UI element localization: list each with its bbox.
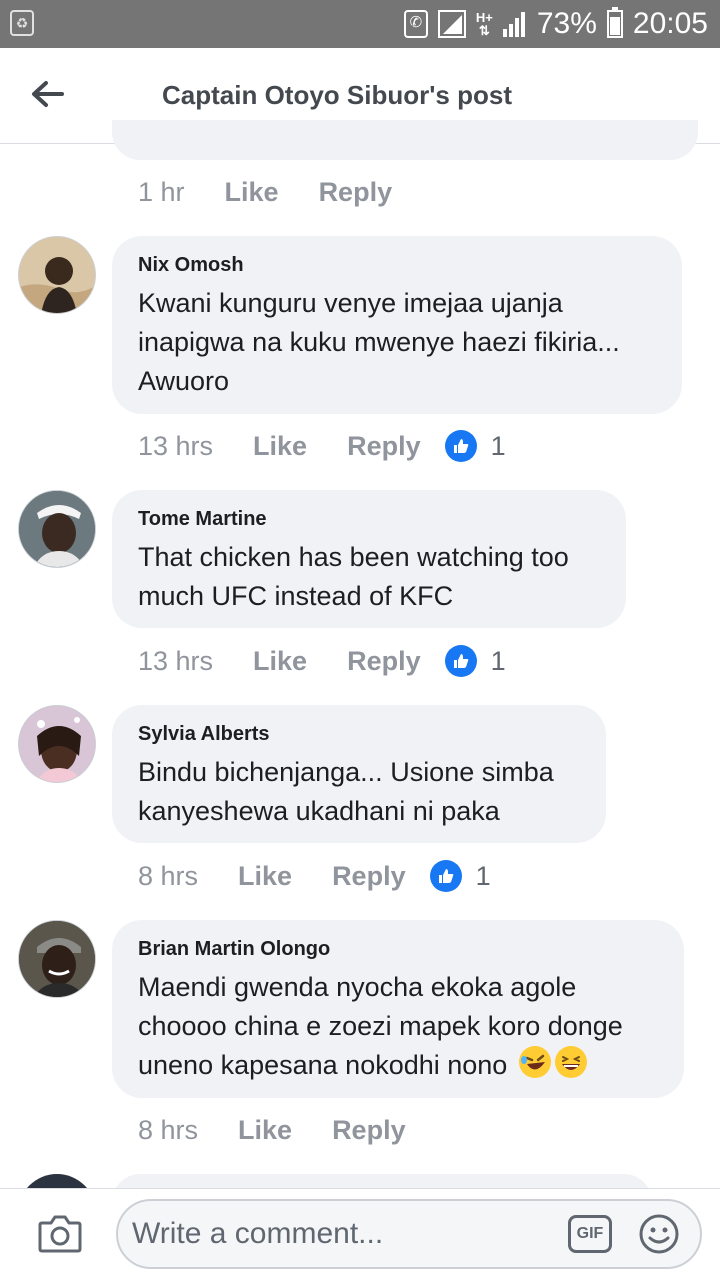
comment-time: 8 hrs	[138, 1114, 199, 1145]
reply-button[interactable]: Reply	[347, 646, 421, 677]
battery-level	[609, 17, 620, 35]
reply-button[interactable]: Reply	[347, 431, 421, 462]
gif-button[interactable]: GIF	[568, 1215, 612, 1253]
thumbs-up-icon	[444, 430, 477, 462]
avatar[interactable]	[18, 236, 96, 314]
status-icons: ✆ H+ ⇅ 73% 20:05	[403, 0, 708, 48]
comment-composer: Write a comment... GIF	[0, 1188, 720, 1280]
thumbs-up-icon	[444, 645, 477, 677]
comment-author[interactable]: Brian Martin Olongo	[138, 936, 658, 962]
comment-time: 1 hr	[138, 176, 185, 207]
phone-call-icon: ✆	[403, 10, 428, 38]
like-button[interactable]: Like	[225, 177, 279, 208]
avatar[interactable]	[18, 705, 96, 783]
comment-author[interactable]: Nix Omosh	[138, 252, 656, 278]
comment-bubble: Brian Martin Olongo Maendi gwenda nyocha…	[112, 920, 684, 1098]
clock: 20:05	[632, 7, 708, 40]
network-type-label: H+	[475, 10, 493, 25]
comment-meta: 13 hrs Like Reply 1	[138, 426, 506, 466]
comment-meta: 8 hrs Like Reply 1	[138, 856, 491, 896]
avatar[interactable]	[18, 920, 96, 998]
previous-comment-bubble	[112, 120, 698, 160]
comment-time: 13 hrs	[138, 645, 214, 676]
comment-text: Bindu bichenjanga... Usione simba kanyes…	[138, 757, 554, 826]
comment-text-container: Maendi gwenda nyocha ekoka agole choooo …	[138, 968, 658, 1085]
battery-percent: 73%	[536, 7, 597, 40]
comment-text: That chicken has been watching too much …	[138, 542, 569, 611]
arrow-left-icon[interactable]	[28, 74, 68, 114]
comment-meta: 8 hrs Like Reply	[138, 1110, 406, 1150]
reaction-count: 1	[490, 645, 506, 676]
reaction-summary[interactable]: 1	[444, 645, 506, 677]
avatar[interactable]	[18, 490, 96, 568]
comment-time: 8 hrs	[138, 860, 199, 891]
signal-icon	[437, 10, 466, 38]
reply-button[interactable]: Reply	[319, 177, 393, 208]
like-button[interactable]: Like	[253, 431, 307, 462]
reaction-summary[interactable]: 1	[444, 430, 506, 462]
like-button[interactable]: Like	[238, 861, 292, 892]
status-bar: ♻ ✆ H+ ⇅ 73% 20:05	[0, 0, 720, 48]
like-button[interactable]: Like	[238, 1115, 292, 1146]
comment-meta: 13 hrs Like Reply 1	[138, 641, 506, 681]
comment-input-placeholder: Write a comment...	[132, 1217, 384, 1250]
reaction-count: 1	[490, 430, 506, 461]
previous-comment-meta: 1 hr Like Reply	[138, 172, 392, 212]
recycle-notification-icon: ♻	[10, 10, 34, 36]
comment-author[interactable]: Tome Martine	[138, 506, 600, 532]
grinning-squinting-emoji	[554, 1046, 587, 1078]
battery-icon	[606, 7, 623, 38]
comment-text: Kwani kunguru venye imejaa ujanja inapig…	[138, 288, 620, 396]
network-type-icon: H+ ⇅	[475, 10, 493, 38]
comment-author[interactable]: Sylvia Alberts	[138, 721, 580, 747]
mobile-signal-icon	[502, 11, 527, 37]
reaction-count: 1	[475, 860, 491, 891]
reply-button[interactable]: Reply	[332, 861, 406, 892]
comment-time: 13 hrs	[138, 430, 214, 461]
comment-bubble: Tome Martine That chicken has been watch…	[112, 490, 626, 628]
page-title: Captain Otoyo Sibuor's post	[162, 80, 512, 110]
thumbs-up-icon	[429, 860, 462, 892]
comment-bubble: Sylvia Alberts Bindu bichenjanga... Usio…	[112, 705, 606, 843]
reply-button[interactable]: Reply	[332, 1115, 406, 1146]
rolling-on-floor-laughing-emoji	[518, 1046, 551, 1078]
comment-bubble: Nix Omosh Kwani kunguru venye imejaa uja…	[112, 236, 682, 414]
reaction-summary[interactable]: 1	[429, 860, 491, 892]
comment-input[interactable]: Write a comment... GIF	[116, 1199, 702, 1269]
smiley-icon[interactable]	[638, 1213, 680, 1255]
like-button[interactable]: Like	[253, 646, 307, 677]
camera-icon[interactable]	[38, 1213, 82, 1253]
